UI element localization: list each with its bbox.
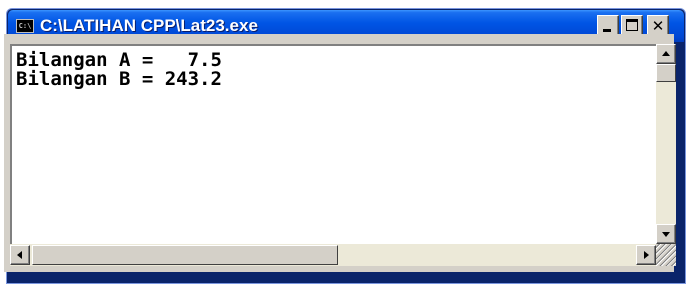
maximize-icon [626, 19, 638, 31]
scroll-right-button[interactable] [636, 245, 656, 265]
vertical-scroll-thumb[interactable] [656, 64, 676, 82]
arrow-left-icon [17, 251, 22, 259]
vertical-scrollbar[interactable] [656, 44, 676, 244]
scroll-left-button[interactable] [10, 245, 30, 265]
scroll-up-button[interactable] [656, 44, 676, 64]
scroll-down-button[interactable] [656, 224, 676, 244]
arrow-down-icon [662, 232, 670, 237]
arrow-up-icon [662, 51, 670, 56]
minimize-icon [603, 29, 611, 32]
console-line: Bilangan B = 243.2 [16, 68, 222, 90]
arrow-right-icon [644, 251, 649, 259]
console-icon-text: C:\ [18, 22, 32, 30]
horizontal-scrollbar[interactable] [10, 244, 656, 266]
console-output[interactable]: Bilangan A = 7.5 Bilangan B = 243.2 [10, 44, 656, 244]
horizontal-scroll-thumb[interactable] [32, 245, 338, 265]
console-line: Bilangan A = 7.5 [16, 49, 222, 71]
resize-grip-icon[interactable] [656, 244, 676, 266]
console-icon[interactable]: C:\ [16, 19, 34, 33]
close-icon: ✕ [651, 17, 665, 35]
